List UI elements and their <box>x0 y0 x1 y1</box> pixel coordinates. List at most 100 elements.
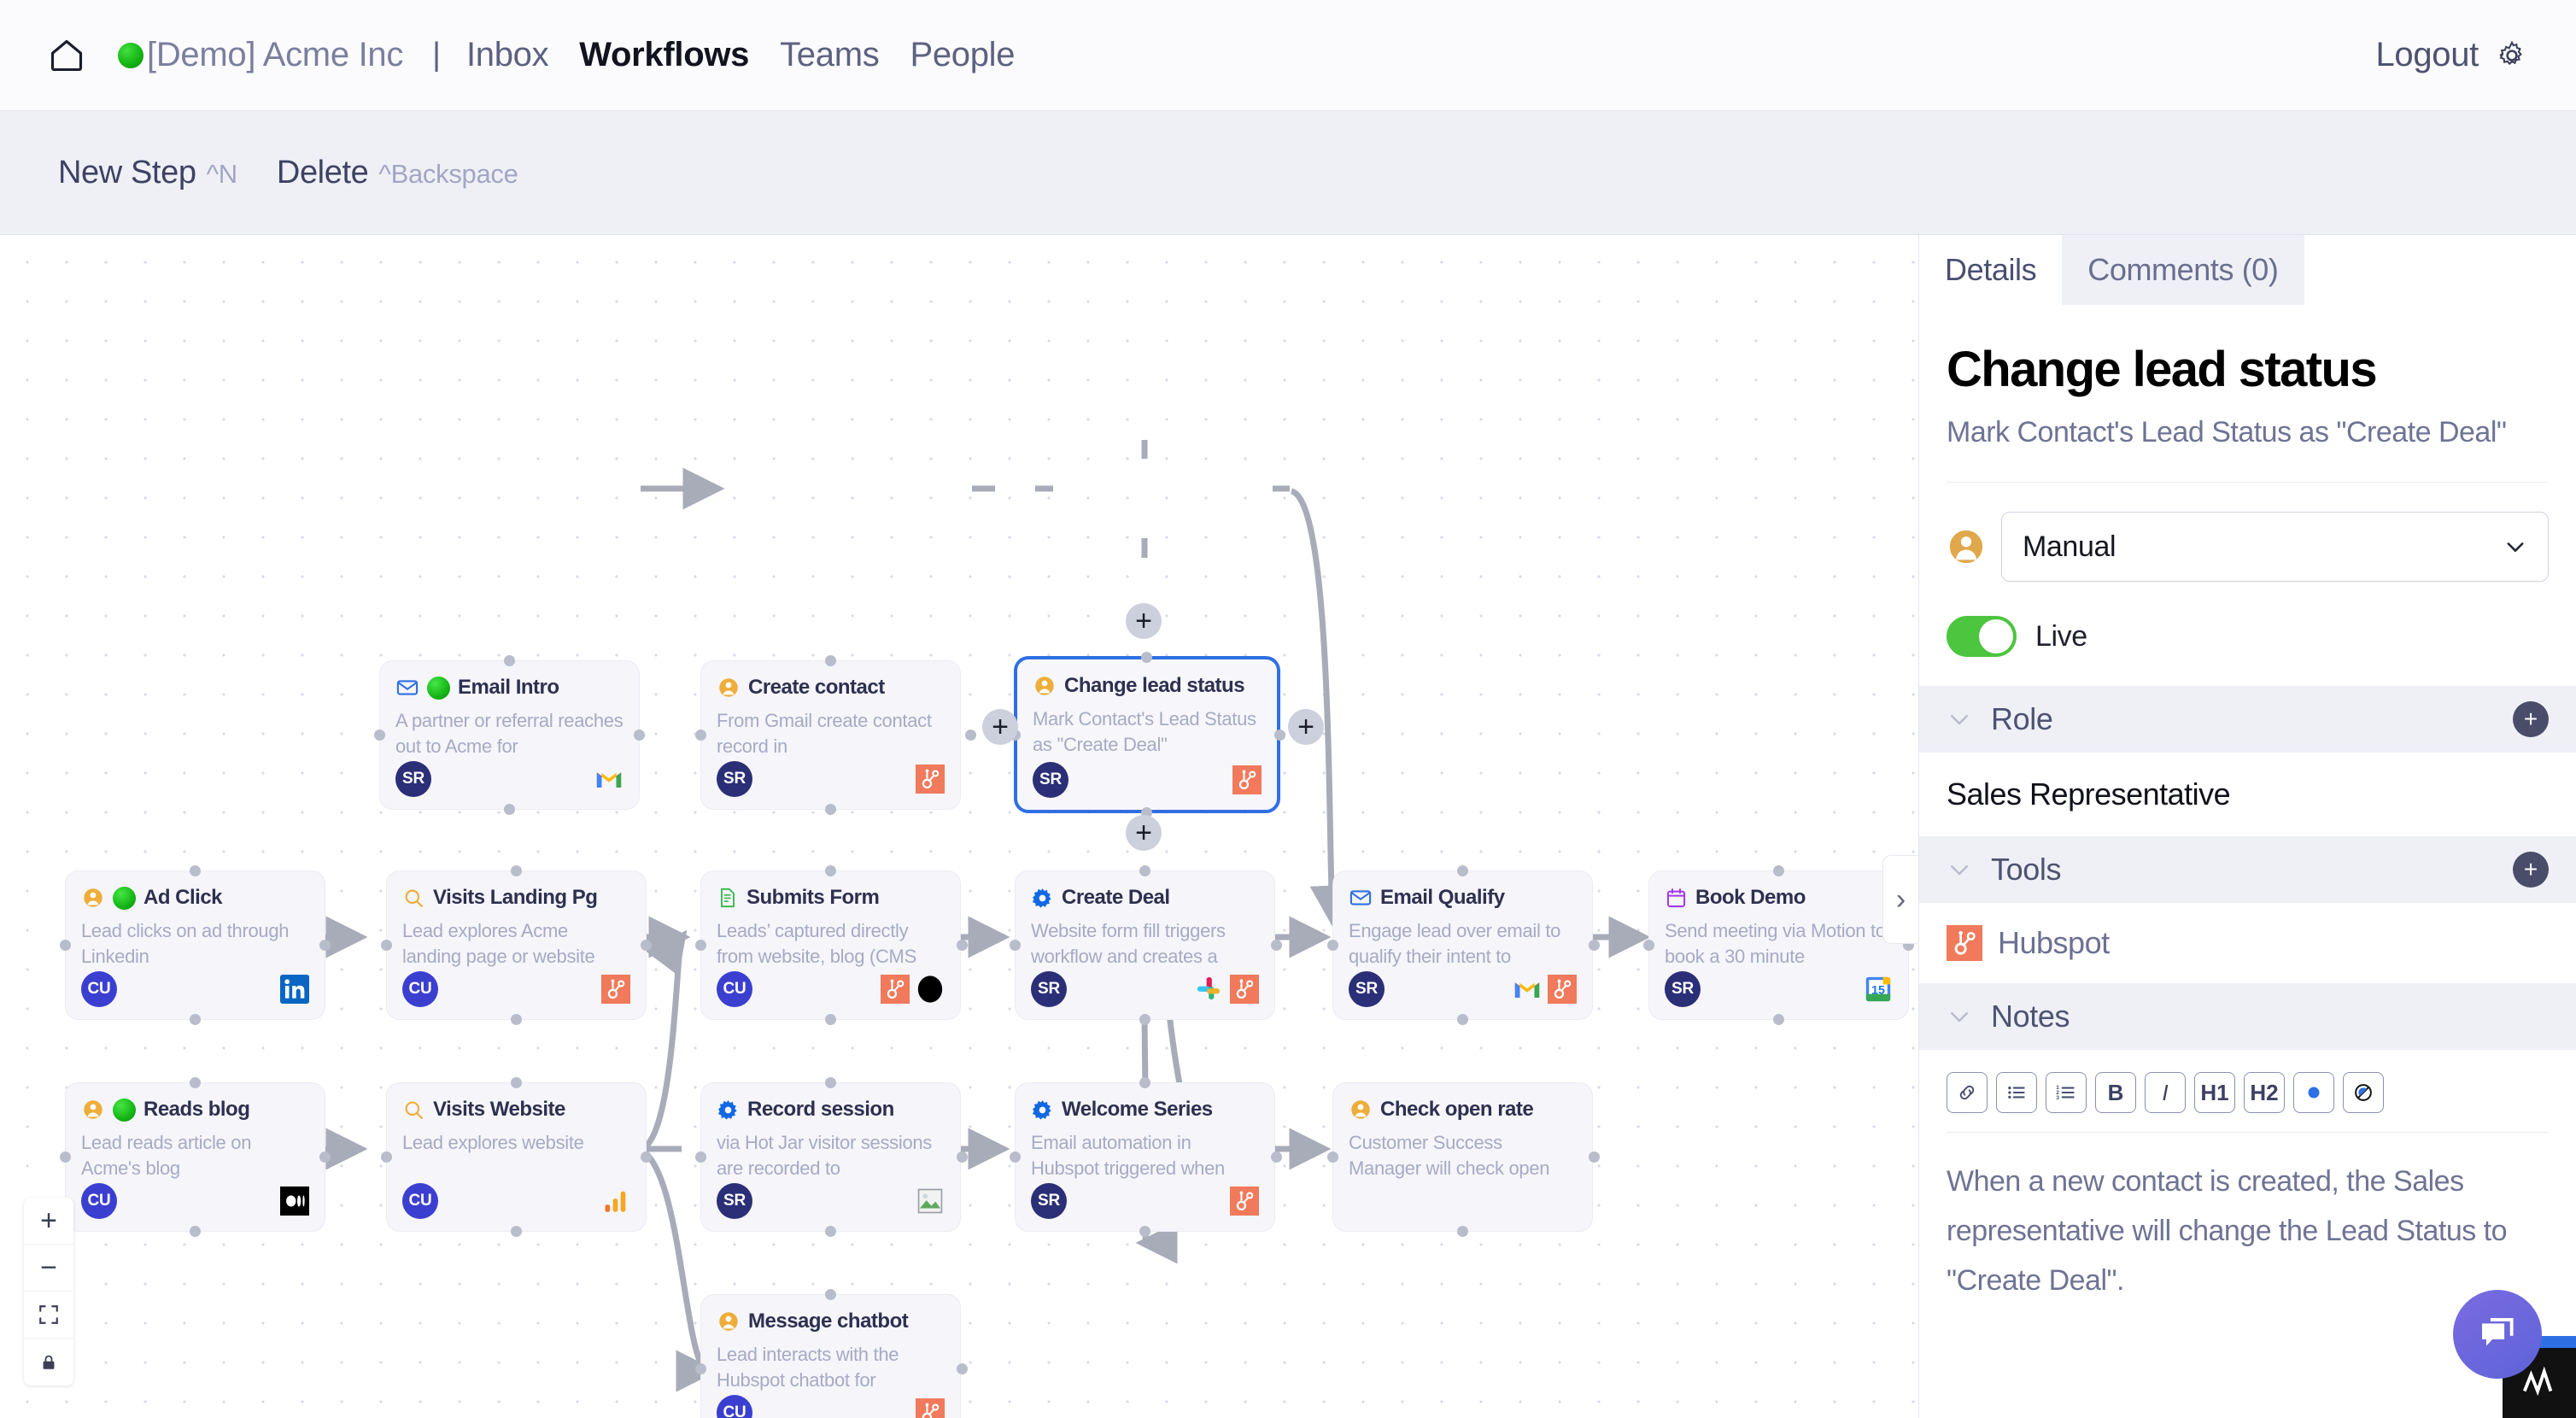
node-reads-blog[interactable]: Reads blog Lead reads article on Acme's … <box>65 1082 325 1232</box>
zoom-controls[interactable]: + − <box>24 1198 73 1386</box>
node-record-session[interactable]: Record session via Hot Jar visitor sessi… <box>700 1082 961 1232</box>
clear-format-icon[interactable] <box>2343 1072 2384 1113</box>
node-handle-top[interactable] <box>1773 865 1784 876</box>
node-handle-top[interactable] <box>825 865 836 876</box>
node-create-contact[interactable]: Create contact From Gmail create contact… <box>700 660 961 810</box>
bullet-list-icon[interactable] <box>1996 1072 2037 1113</box>
node-handle-bottom[interactable] <box>1773 1014 1784 1025</box>
node-handle-right[interactable] <box>641 940 652 951</box>
zoom-out-button[interactable]: − <box>24 1245 73 1292</box>
node-handle-right[interactable] <box>957 1151 968 1163</box>
node-handle-top[interactable] <box>1139 865 1150 876</box>
node-handle-bottom[interactable] <box>1457 1226 1468 1237</box>
panel-collapse-toggle[interactable]: › <box>1882 855 1918 944</box>
node-check-open-rate[interactable]: Check open rate Customer Success Manager… <box>1332 1082 1593 1232</box>
node-submits-form[interactable]: Submits Form Leads’ captured directly fr… <box>700 870 961 1020</box>
node-email-intro[interactable]: Email Intro A partner or referral reache… <box>379 660 640 810</box>
lock-button[interactable] <box>24 1339 73 1386</box>
new-step-button[interactable]: New Step ^N <box>58 155 237 191</box>
node-visits-website[interactable]: Visits Website Lead explores website CU <box>386 1082 647 1232</box>
node-handle-bottom[interactable] <box>1457 1014 1468 1025</box>
node-handle-top[interactable] <box>825 1077 836 1088</box>
node-handle-top[interactable] <box>504 655 515 666</box>
node-handle-right[interactable] <box>319 940 331 951</box>
nav-link-workflows[interactable]: Workflows <box>579 36 749 74</box>
organization-label[interactable]: [Demo] Acme Inc <box>118 36 403 74</box>
add-tool-button[interactable]: + <box>2513 852 2549 888</box>
add-step-handle-top[interactable]: + <box>1126 603 1162 639</box>
node-handle-right[interactable] <box>1274 730 1285 741</box>
section-header-role[interactable]: Role + <box>1919 686 2576 753</box>
node-handle-top[interactable] <box>1457 865 1468 876</box>
gear-icon[interactable] <box>2496 39 2528 72</box>
node-message-chatbot[interactable]: Message chatbot Lead interacts with the … <box>700 1294 961 1418</box>
heading1-icon[interactable]: H1 <box>2194 1072 2235 1113</box>
fit-view-button[interactable] <box>24 1292 73 1339</box>
node-handle-bottom[interactable] <box>1139 1226 1150 1237</box>
node-ad-click[interactable]: Ad Click Lead clicks on ad through Linke… <box>65 870 325 1020</box>
italic-icon[interactable]: I <box>2145 1072 2186 1113</box>
link-icon[interactable] <box>1947 1072 1988 1113</box>
node-handle-left[interactable] <box>695 730 706 741</box>
node-handle-right[interactable] <box>957 1363 968 1374</box>
node-handle-right[interactable] <box>957 940 968 951</box>
node-handle-left[interactable] <box>1327 940 1338 951</box>
node-handle-top[interactable] <box>1141 652 1152 663</box>
node-handle-bottom[interactable] <box>190 1226 201 1237</box>
node-handle-left[interactable] <box>374 730 385 741</box>
node-handle-bottom[interactable] <box>504 804 515 815</box>
node-handle-top[interactable] <box>1139 1077 1150 1088</box>
chat-bubble-icon[interactable] <box>2453 1290 2542 1379</box>
home-icon[interactable] <box>48 37 85 74</box>
section-header-notes[interactable]: Notes <box>1919 983 2576 1050</box>
node-handle-top[interactable] <box>511 865 522 876</box>
nav-link-people[interactable]: People <box>910 36 1015 74</box>
color-dot-icon[interactable] <box>2293 1072 2334 1113</box>
node-handle-bottom[interactable] <box>511 1226 522 1237</box>
node-handle-bottom[interactable] <box>825 1226 836 1237</box>
node-handle-left[interactable] <box>60 1151 71 1163</box>
node-handle-bottom[interactable] <box>511 1014 522 1025</box>
node-handle-left[interactable] <box>1010 940 1021 951</box>
node-handle-left[interactable] <box>1010 1151 1021 1163</box>
tab-comments[interactable]: Comments (0) <box>2062 235 2304 305</box>
node-handle-left[interactable] <box>695 940 706 951</box>
node-handle-top[interactable] <box>190 1077 201 1088</box>
node-handle-bottom[interactable] <box>190 1014 201 1025</box>
node-handle-left[interactable] <box>695 1151 706 1163</box>
nav-link-teams[interactable]: Teams <box>780 36 879 74</box>
node-handle-left[interactable] <box>1643 940 1654 951</box>
node-handle-right[interactable] <box>634 730 645 741</box>
node-handle-right[interactable] <box>319 1151 331 1163</box>
logout-button[interactable]: Logout <box>2375 36 2479 74</box>
node-handle-bottom[interactable] <box>825 1014 836 1025</box>
node-handle-left[interactable] <box>1327 1151 1338 1163</box>
node-handle-left[interactable] <box>381 1151 392 1163</box>
node-book-demo[interactable]: Book Demo Send meeting via Motion to boo… <box>1648 870 1909 1020</box>
node-handle-top[interactable] <box>825 1289 836 1300</box>
node-handle-top[interactable] <box>190 865 201 876</box>
notes-body[interactable]: When a new contact is created, the Sales… <box>1947 1133 2549 1305</box>
node-handle-right[interactable] <box>1589 940 1600 951</box>
node-handle-bottom[interactable] <box>825 804 836 815</box>
node-handle-left[interactable] <box>381 940 392 951</box>
bold-icon[interactable]: B <box>2095 1072 2136 1113</box>
node-change-lead-status[interactable]: Change lead status Mark Contact's Lead S… <box>1015 657 1279 812</box>
node-handle-left[interactable] <box>60 940 71 951</box>
node-handle-right[interactable] <box>1271 1151 1282 1163</box>
live-toggle[interactable] <box>1947 616 2017 657</box>
delete-button[interactable]: Delete ^Backspace <box>277 155 518 191</box>
node-visits-landing-pg[interactable]: Visits Landing Pg Lead explores Acme lan… <box>386 870 647 1020</box>
add-role-button[interactable]: + <box>2513 701 2549 737</box>
node-handle-bottom[interactable] <box>1139 1014 1150 1025</box>
node-handle-right[interactable] <box>1589 1151 1600 1163</box>
node-handle-right[interactable] <box>965 730 976 741</box>
tab-details[interactable]: Details <box>1919 235 2062 305</box>
workflow-canvas[interactable]: Email Intro A partner or referral reache… <box>0 235 1918 1418</box>
add-step-handle-right[interactable]: + <box>1288 709 1324 745</box>
assignee-select[interactable]: Manual <box>2001 512 2549 582</box>
node-create-deal[interactable]: Create Deal Website form fill triggers w… <box>1015 870 1275 1020</box>
tool-list-item-hubspot[interactable]: Hubspot <box>1947 903 2549 983</box>
add-step-handle[interactable]: + <box>982 709 1018 745</box>
heading2-icon[interactable]: H2 <box>2244 1072 2285 1113</box>
